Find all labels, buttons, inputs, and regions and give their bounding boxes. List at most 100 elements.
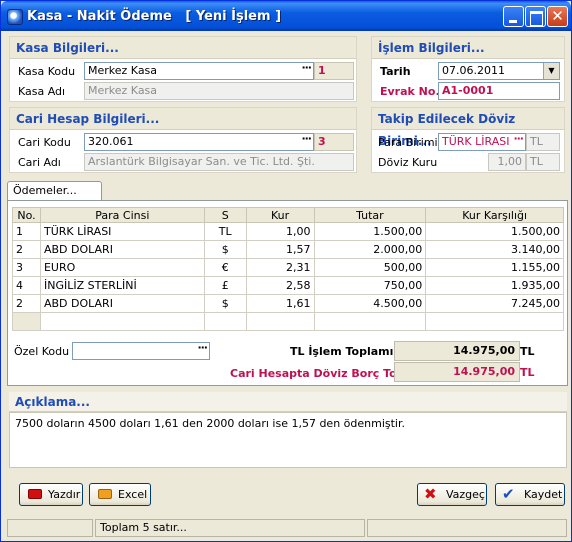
table-row[interactable]: 3 EURO € 2,31 500,00 1.155,00	[12, 258, 564, 277]
table-row[interactable]: 2 ABD DOLARI $ 1,57 2.000,00 3.140,00	[12, 240, 564, 259]
cari-kodu-field[interactable]: 320.061 ···	[84, 133, 314, 151]
close-button[interactable]: ✕	[547, 6, 568, 27]
chevron-down-icon[interactable]: ▼	[543, 63, 559, 79]
cell-kur: 2,31	[245, 258, 315, 277]
kaydet-button[interactable]: ✔ Kaydet	[495, 483, 565, 506]
kasa-kodu-label: Kasa Kodu	[18, 65, 76, 78]
excel-button[interactable]: Excel	[89, 483, 151, 506]
tl-islem-toplami-currency: TL	[520, 345, 535, 358]
cell-tutar: 1.500,00	[313, 222, 427, 241]
doviz-panel: Takip Edilecek Döviz Birimi... Para Biri…	[371, 107, 565, 173]
cari-kodu-label: Cari Kodu	[18, 136, 71, 149]
kasa-kodu-field[interactable]: Merkez Kasa ···	[84, 62, 314, 80]
cell-tutar: 750,00	[313, 276, 427, 295]
tab-bar: Ödemeler...	[7, 181, 567, 201]
table-row[interactable]: 4 İNGİLİZ STERLİNİ £ 2,58 750,00 1.935,0…	[12, 276, 564, 295]
vazgec-button[interactable]: ✖ Vazgeç	[417, 483, 487, 506]
ellipsis-icon[interactable]: ···	[301, 134, 312, 147]
cell-kur-karsiligi: 1.155,00	[425, 258, 564, 277]
cell-symbol: $	[203, 294, 247, 313]
evrak-field[interactable]: A1-0001	[438, 82, 560, 100]
tarih-value: 07.06.2011	[442, 64, 505, 77]
cell-no: 2	[12, 294, 41, 313]
cari-section-title: Cari Hesap Bilgileri...	[10, 108, 356, 130]
cell-no: 1	[12, 222, 41, 241]
cell-symbol: $	[203, 240, 247, 259]
tl-islem-toplami-label: TL İşlem Toplamı	[290, 345, 394, 358]
cell-kur: 1,61	[245, 294, 315, 313]
islem-panel: İşlem Bilgileri... Tarih 07.06.2011 ▼ Ev…	[371, 36, 565, 102]
kasa-section-title: Kasa Bilgileri...	[10, 37, 356, 59]
table-row[interactable]: 1 TÜRK LİRASI TL 1,00 1.500,00 1.500,00	[12, 222, 564, 241]
cari-kodu-value: 320.061	[88, 135, 134, 148]
doviz-kuru-field: 1,00	[488, 153, 526, 171]
doviz-section-title: Takip Edilecek Döviz Birimi...	[372, 108, 564, 148]
doviz-kuru-symbol: TL	[526, 153, 560, 171]
app-icon	[7, 9, 23, 25]
cari-adi-label: Cari Adı	[18, 156, 61, 169]
col-header-kur[interactable]: Kur	[245, 207, 315, 223]
payments-table: No. Para Cinsi S Kur Tutar Kur Karşılığı…	[12, 207, 564, 331]
kasa-adi-label: Kasa Adı	[18, 85, 66, 98]
aciklama-section-title: Açıklama...	[9, 392, 567, 412]
cell-kur: 1,57	[245, 240, 315, 259]
cari-adi-field: Arslantürk Bilgisayar San. ve Tic. Ltd. …	[84, 153, 354, 171]
cancel-x-icon: ✖	[424, 485, 437, 503]
checkmark-icon: ✔	[502, 485, 515, 503]
cell-tutar: 4.500,00	[313, 294, 427, 313]
cari-kodu-index: 3	[314, 133, 354, 151]
window-title: Kasa - Nakit Ödeme [ Yeni İşlem ]	[27, 9, 282, 24]
kasa-kodu-index: 1	[314, 62, 354, 80]
printer-icon	[28, 489, 42, 499]
kasa-kodu-value: Merkez Kasa	[88, 64, 158, 77]
status-row-count: Toplam 5 satır...	[95, 519, 365, 537]
title-bar[interactable]: Kasa - Nakit Ödeme [ Yeni İşlem ] ✕	[1, 1, 571, 31]
tarih-label: Tarih	[380, 65, 411, 78]
status-cell-right	[367, 519, 567, 537]
doviz-borc-toplami-currency: TL	[520, 366, 535, 379]
cell-kur-karsiligi: 3.140,00	[425, 240, 564, 259]
ellipsis-icon[interactable]: ···	[197, 343, 208, 356]
yazdir-button[interactable]: Yazdır	[19, 483, 83, 506]
odemeler-tab-panel: No. Para Cinsi S Kur Tutar Kur Karşılığı…	[7, 200, 568, 386]
ellipsis-icon[interactable]: ···	[513, 134, 524, 147]
cell-tutar: 2.000,00	[313, 240, 427, 259]
minimize-button[interactable]	[503, 6, 524, 27]
kasa-adi-field: Merkez Kasa	[84, 82, 354, 100]
maximize-button[interactable]	[525, 6, 546, 27]
kasa-panel: Kasa Bilgileri... Kasa Kodu Merkez Kasa …	[9, 36, 357, 102]
tab-odemeler[interactable]: Ödemeler...	[7, 181, 102, 201]
vazgec-label: Vazgeç	[446, 488, 485, 501]
ellipsis-icon[interactable]: ···	[301, 63, 312, 76]
cell-kur-karsiligi: 1.935,00	[425, 276, 564, 295]
cell-para-cinsi: TÜRK LİRASI	[39, 222, 205, 241]
yazdir-label: Yazdır	[48, 488, 81, 501]
tarih-field[interactable]: 07.06.2011 ▼	[438, 62, 560, 80]
aciklama-header: Açıklama...	[9, 392, 567, 412]
para-birimi-field[interactable]: TÜRK LİRASI ···	[438, 133, 526, 151]
ozel-kodu-field[interactable]: ···	[72, 342, 210, 360]
islem-section-title: İşlem Bilgileri...	[372, 37, 564, 59]
cell-kur-karsiligi: 7.245,00	[425, 294, 564, 313]
col-header-no[interactable]: No.	[12, 207, 41, 223]
doviz-borc-toplami-value: 14.975,00	[394, 362, 520, 382]
cell-para-cinsi: ABD DOLARI	[39, 240, 205, 259]
cell-no: 4	[12, 276, 41, 295]
table-row-empty[interactable]	[12, 312, 564, 331]
table-row[interactable]: 2 ABD DOLARI $ 1,61 4.500,00 7.245,00	[12, 294, 564, 313]
col-header-kur-karsiligi[interactable]: Kur Karşılığı	[425, 207, 564, 223]
para-birimi-symbol: TL	[526, 133, 560, 151]
col-header-s[interactable]: S	[203, 207, 247, 223]
col-header-tutar[interactable]: Tutar	[313, 207, 427, 223]
cell-tutar: 500,00	[313, 258, 427, 277]
col-header-para-cinsi[interactable]: Para Cinsi	[39, 207, 205, 223]
cell-symbol: £	[203, 276, 247, 295]
ozel-kodu-label: Özel Kodu	[14, 345, 70, 358]
cell-symbol: TL	[203, 222, 247, 241]
cell-para-cinsi: ABD DOLARI	[39, 294, 205, 313]
aciklama-textarea[interactable]: 7500 doların 4500 doları 1,61 den 2000 d…	[9, 412, 567, 468]
kaydet-label: Kaydet	[524, 488, 563, 501]
doviz-kuru-label: Döviz Kuru	[378, 156, 438, 169]
excel-icon	[98, 489, 112, 499]
tl-islem-toplami-value: 14.975,00	[394, 341, 520, 361]
